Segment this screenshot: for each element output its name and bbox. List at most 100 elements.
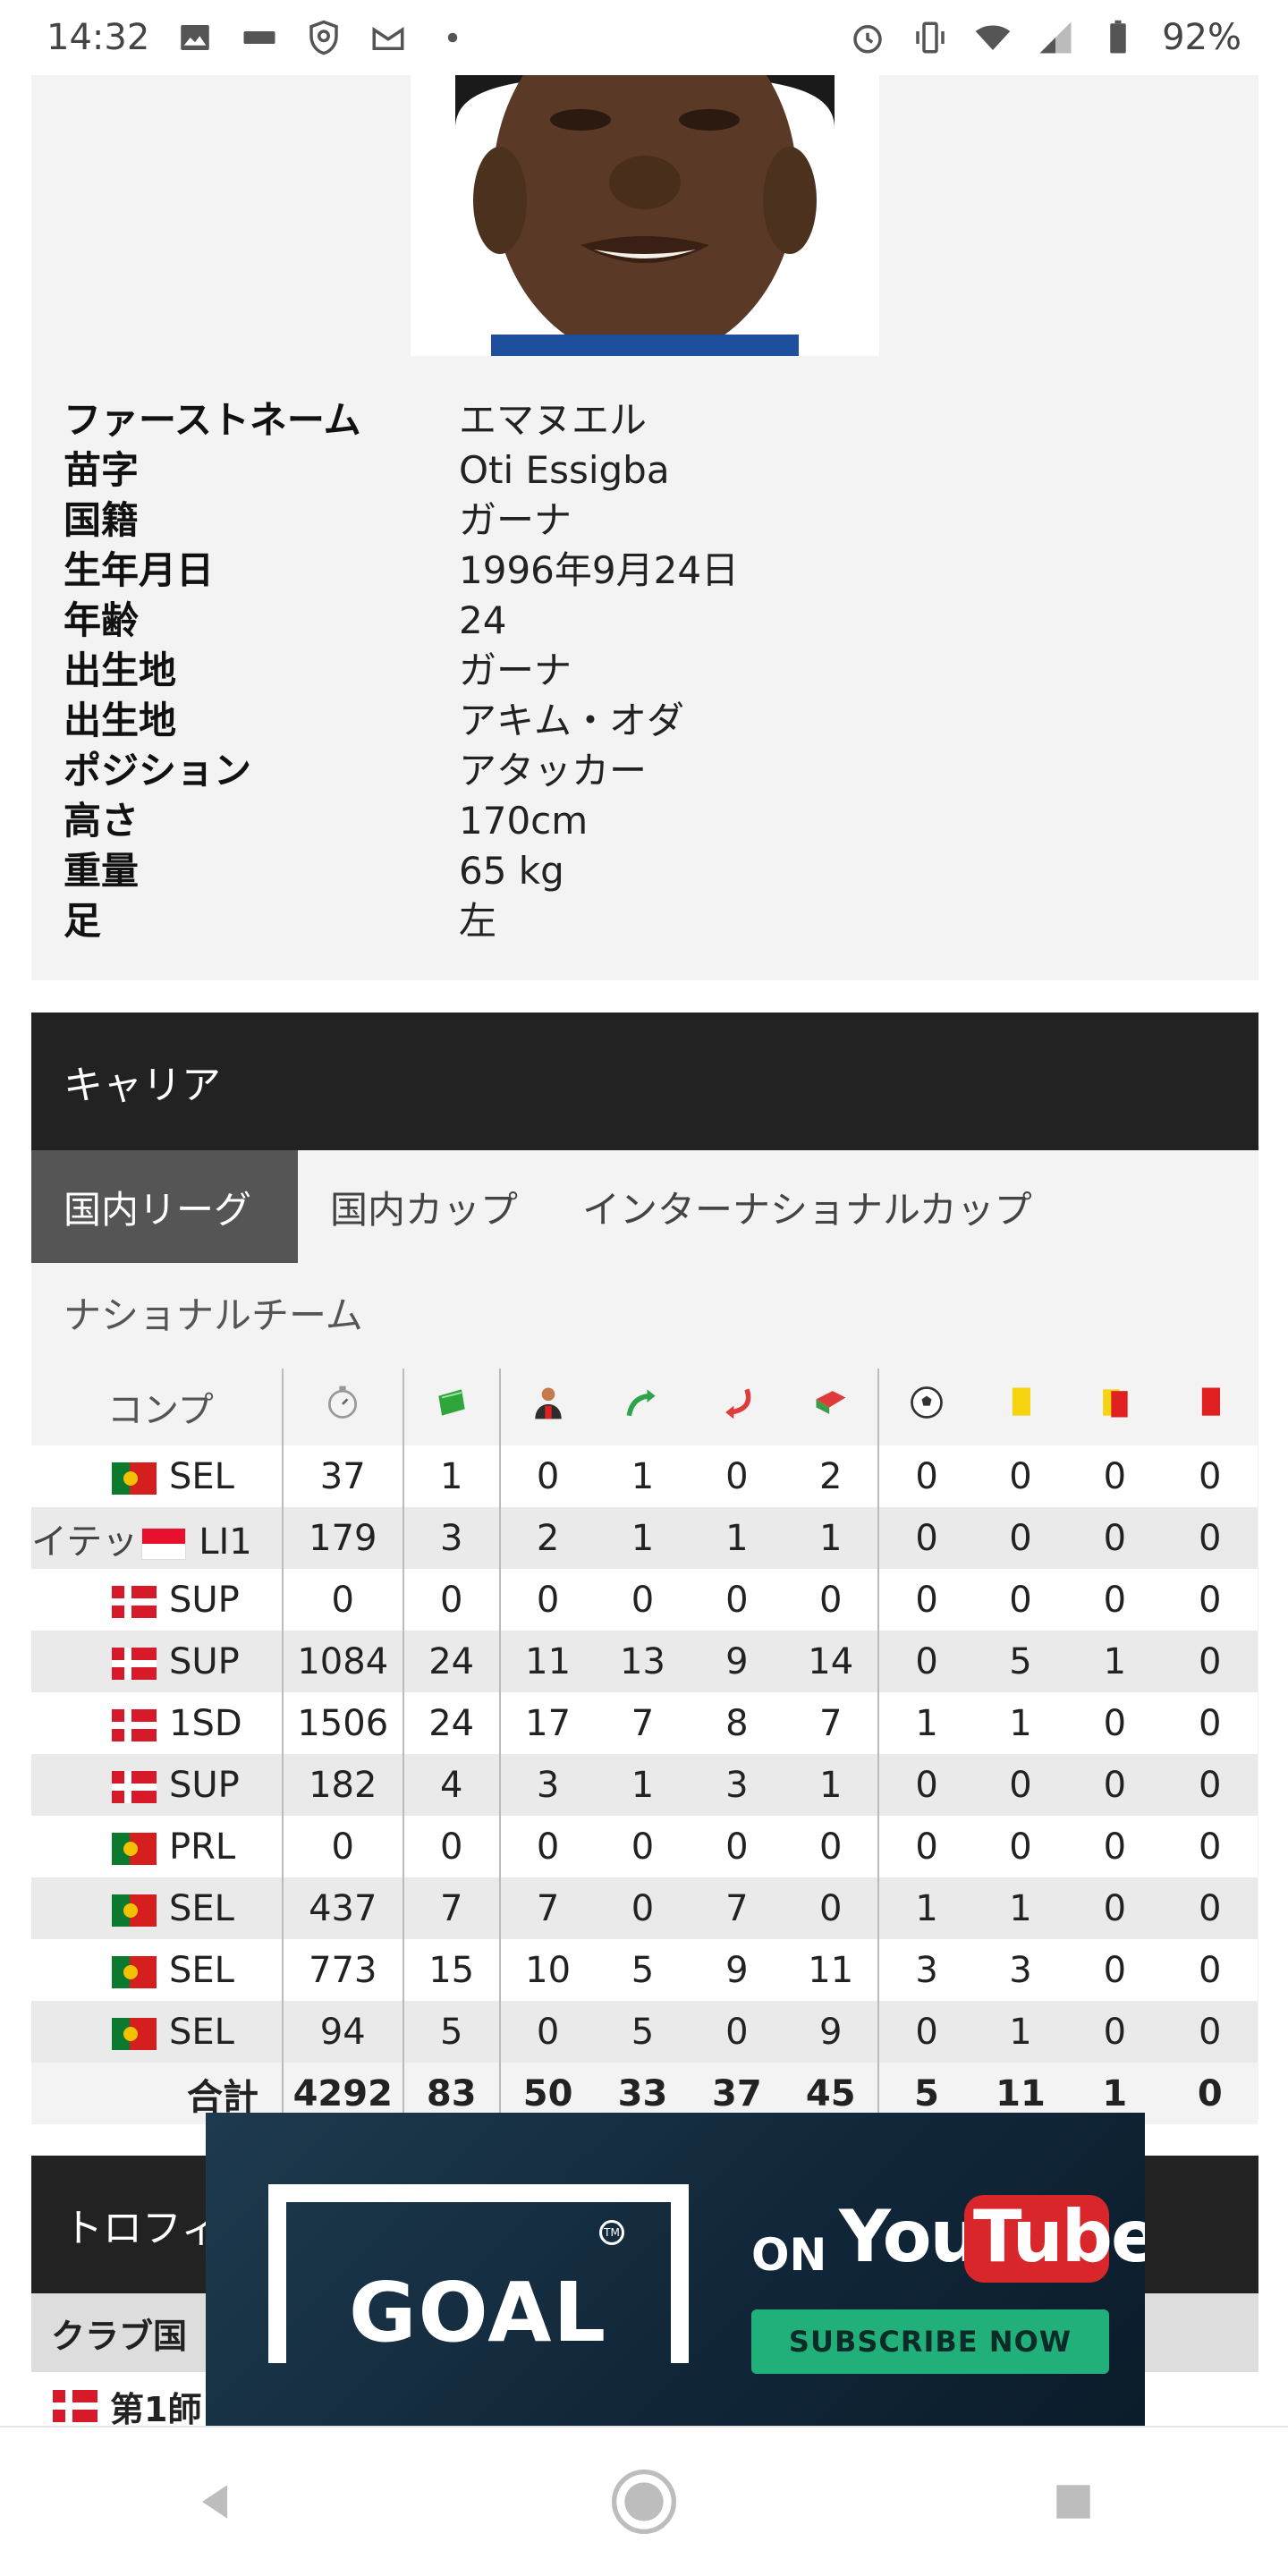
stat-cell: 0 xyxy=(973,1754,1068,1816)
stats-body: SEL 37 1 0 1 0 2 0 0 0 0 イテッ LI1 179 3 2 1 1 1 0 0 0 0 SUP 0 0 0 0 0… xyxy=(31,1445,1258,2063)
info-value: 1996年9月24日 xyxy=(459,548,740,592)
info-label: 出生地 xyxy=(64,648,177,692)
stat-cell: 0 xyxy=(498,1445,596,1507)
stat-cell: 10 xyxy=(498,1939,596,2001)
info-value: Oti Essigba xyxy=(459,448,670,492)
nav-back-button[interactable] xyxy=(179,2466,250,2538)
stat-cell: 0 xyxy=(1067,1445,1163,1507)
stats-row[interactable]: SEL 94 5 0 5 0 9 0 1 0 0 xyxy=(31,2001,1258,2063)
comp-cell: SEL xyxy=(31,1877,284,1939)
stats-row[interactable]: 1SD 1506 24 17 7 8 7 1 1 0 0 xyxy=(31,1692,1258,1754)
monaco-flag-icon xyxy=(141,1527,187,1560)
col-sub-in xyxy=(595,1368,690,1445)
stats-row[interactable]: SEL 773 15 10 5 9 11 3 3 0 0 xyxy=(31,1939,1258,2001)
stat-cell: 1 xyxy=(595,1445,691,1507)
stats-row[interactable]: PRL 0 0 0 0 0 0 0 0 0 0 xyxy=(31,1816,1258,1877)
app-icon xyxy=(243,31,275,44)
total-cell: 0 xyxy=(1162,2063,1258,2124)
competition-code: SUP xyxy=(169,1640,240,1682)
info-value: アキム・オダ xyxy=(459,699,685,742)
comp-cell: 1SD xyxy=(31,1692,284,1754)
stat-cell: 8 xyxy=(690,1692,784,1754)
yellow-card-icon xyxy=(1012,1387,1030,1416)
stat-cell: 9 xyxy=(690,1939,784,2001)
stat-cell: 24 xyxy=(402,1631,500,1692)
stat-cell: 1 xyxy=(784,1754,879,1816)
col-minutes xyxy=(282,1368,403,1445)
stat-cell: 2 xyxy=(498,1507,596,1569)
stat-cell: 0 xyxy=(595,1569,691,1631)
signal-icon xyxy=(1039,21,1072,54)
col-red xyxy=(1163,1368,1258,1445)
mail-icon xyxy=(372,26,404,50)
stats-row[interactable]: SUP 0 0 0 0 0 0 0 0 0 0 xyxy=(31,1569,1258,1631)
stats-row[interactable]: SEL 37 1 0 1 0 2 0 0 0 0 xyxy=(31,1445,1258,1507)
stat-cell: 0 xyxy=(1162,1692,1258,1754)
career-header: キャリア xyxy=(31,1013,1258,1150)
sub-out-arrow-icon xyxy=(724,1388,751,1419)
stat-cell: 7 xyxy=(498,1877,596,1939)
stats-row[interactable]: イテッ LI1 179 3 2 1 1 1 0 0 0 0 xyxy=(31,1507,1258,1569)
stopwatch-icon xyxy=(328,1385,358,1419)
info-row: 苗字 Oti Essigba xyxy=(64,445,1226,496)
competition-code: SEL xyxy=(169,1949,234,1991)
nav-recents-button[interactable] xyxy=(1038,2466,1109,2538)
stat-cell: 0 xyxy=(973,1445,1068,1507)
info-row: ファーストネーム エマヌエル xyxy=(64,395,1226,445)
stat-cell: 9 xyxy=(784,2001,879,2063)
goal-youtube-ad-banner[interactable]: TM GOAL ON You Tube SUBSCRIBE NOW xyxy=(206,2113,1145,2426)
stat-cell: 4 xyxy=(402,1754,500,1816)
stats-row[interactable]: SUP 182 4 3 1 3 1 0 0 0 0 xyxy=(31,1754,1258,1816)
stat-cell: 3 xyxy=(402,1507,500,1569)
stat-cell: 5 xyxy=(595,1939,691,2001)
portugal-flag-icon xyxy=(112,1955,157,1988)
stat-cell: 1 xyxy=(784,1507,879,1569)
stat-cell: 1 xyxy=(973,1877,1068,1939)
status-time: 14:32 xyxy=(47,17,150,58)
stat-cell: 0 xyxy=(595,1816,691,1877)
stat-cell: 0 xyxy=(282,1816,403,1877)
stat-cell: 0 xyxy=(1162,1939,1258,2001)
stat-cell: 5 xyxy=(402,2001,500,2063)
trademark-icon: TM xyxy=(599,2220,624,2245)
youtube-tube-text: Tube xyxy=(973,2195,1145,2278)
info-label: 足 xyxy=(64,899,102,943)
stat-cell: 437 xyxy=(282,1877,403,1939)
stat-cell: 1 xyxy=(973,1692,1068,1754)
tab-domestic-league[interactable]: 国内リーグ xyxy=(31,1150,298,1263)
comp-cell: SEL xyxy=(31,2001,284,2063)
info-label: 年齢 xyxy=(64,598,140,642)
stat-cell: 0 xyxy=(1162,1877,1258,1939)
status-bar: 14:32 92% xyxy=(0,0,1288,75)
stat-cell: 3 xyxy=(498,1754,596,1816)
trophies-subheader-label: クラブ国 xyxy=(51,2316,188,2356)
back-icon xyxy=(202,2485,227,2519)
tab-international-cup[interactable]: インターナショナルカップ xyxy=(550,1150,1064,1263)
tab-national-team[interactable]: ナショナルチーム xyxy=(64,1272,363,1352)
stat-cell: 17 xyxy=(498,1692,596,1754)
stat-cell: 1506 xyxy=(282,1692,403,1754)
stat-cell: 0 xyxy=(1162,1631,1258,1692)
stat-cell: 0 xyxy=(1067,1939,1163,2001)
col-yellow xyxy=(974,1368,1067,1445)
comp-cell: SEL xyxy=(31,1939,284,2001)
denmark-flag-icon xyxy=(112,1708,157,1741)
stat-cell: 3 xyxy=(973,1939,1068,2001)
career-stats-table: コンプ SEL 37 1 0 1 0 2 0 0 0 0 イテッ LI1 179… xyxy=(31,1368,1258,2124)
stats-row[interactable]: SEL 437 7 7 0 7 0 1 1 0 0 xyxy=(31,1877,1258,1939)
tab-domestic-cup[interactable]: 国内カップ xyxy=(298,1150,550,1263)
red-card-icon xyxy=(1201,1387,1220,1416)
stat-cell: 1 xyxy=(877,1877,974,1939)
battery-percent: 92% xyxy=(1162,17,1241,58)
stat-cell: 37 xyxy=(282,1445,403,1507)
goal-logo-text: GOAL xyxy=(349,2265,608,2360)
stats-row[interactable]: SUP 1084 24 11 13 9 14 0 5 1 0 xyxy=(31,1631,1258,1692)
trophies-title: トロフィ xyxy=(64,2206,221,2251)
career-card: キャリア 国内リーグ 国内カップ インターナショナルカップ ナショナルチーム コ… xyxy=(31,1013,1258,2124)
info-label: 国籍 xyxy=(64,498,140,542)
nav-home-button[interactable] xyxy=(608,2466,680,2538)
stat-cell: 1 xyxy=(973,2001,1068,2063)
info-row: 生年月日 1996年9月24日 xyxy=(64,546,1226,596)
competition-code: SUP xyxy=(169,1579,240,1621)
subscribe-now-button[interactable]: SUBSCRIBE NOW xyxy=(751,2309,1109,2374)
